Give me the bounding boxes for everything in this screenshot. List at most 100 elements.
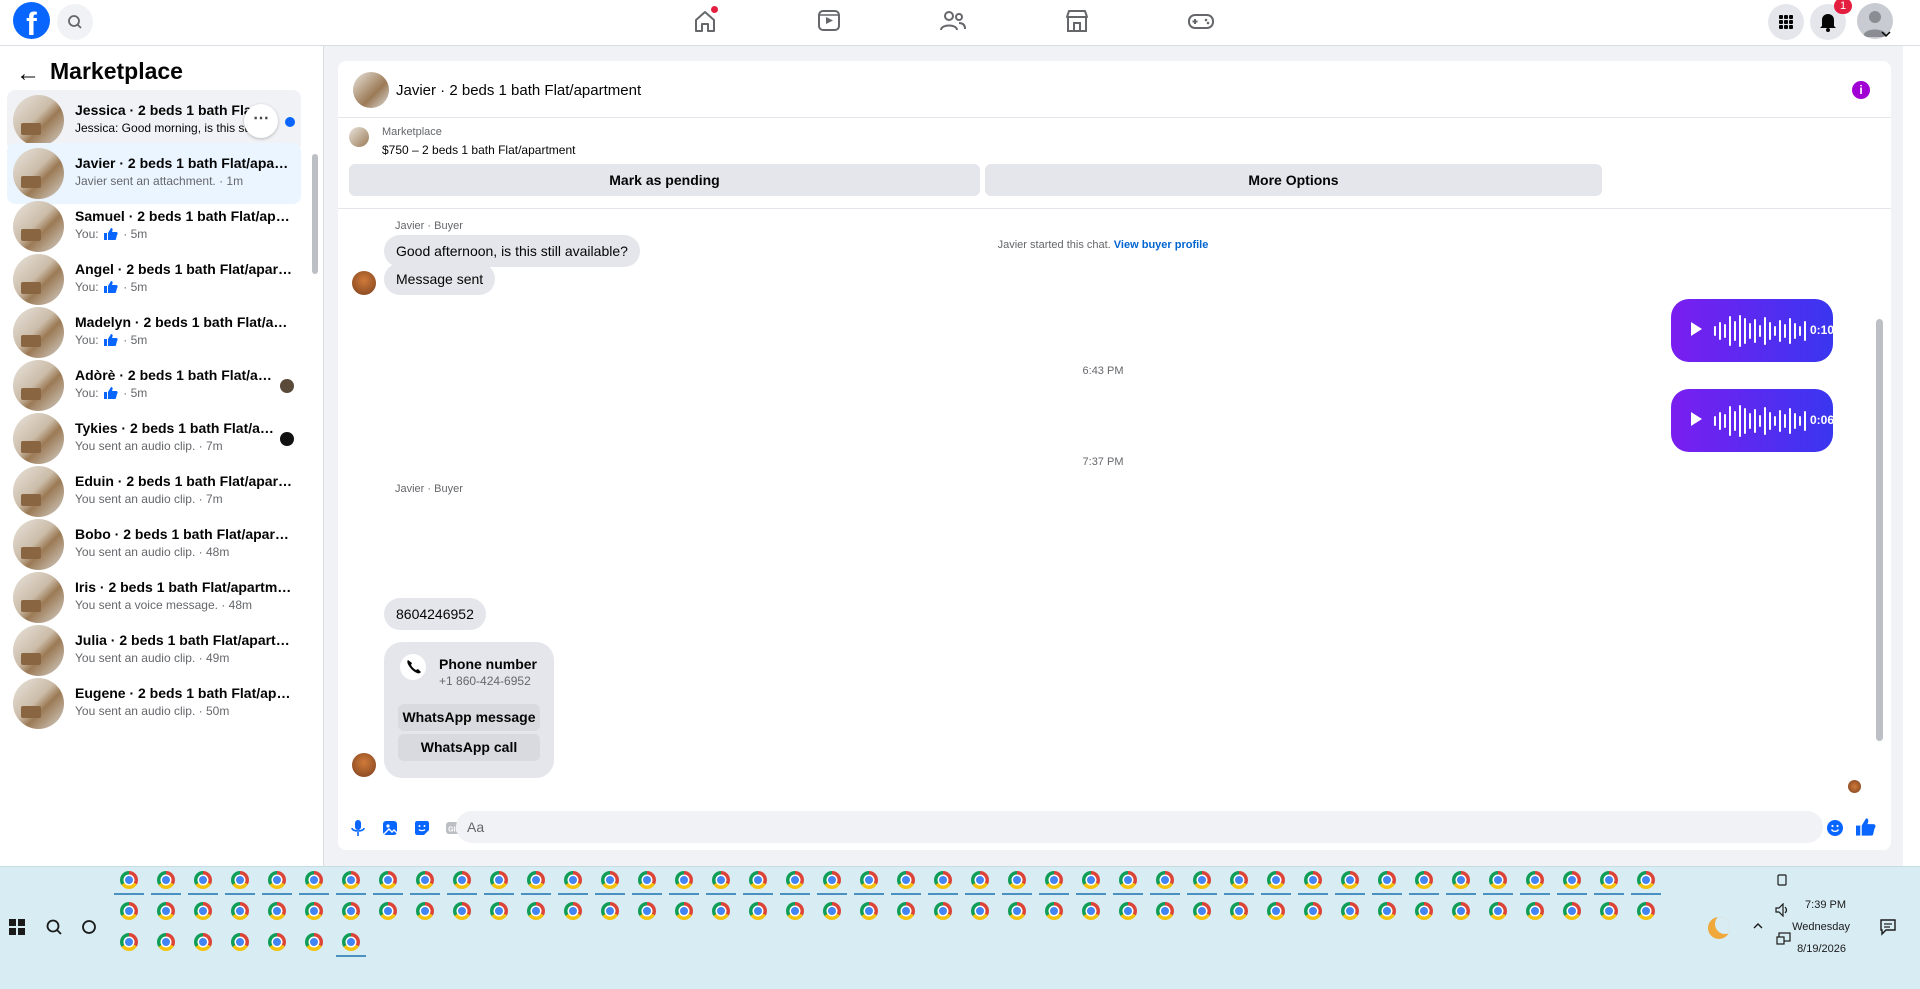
taskbar-app-button[interactable] [1378,871,1396,889]
search-button[interactable] [57,4,93,40]
taskbar-app-button[interactable] [1045,871,1063,889]
taskbar-app-button[interactable] [157,902,175,920]
taskbar-app-button[interactable] [194,933,212,951]
taskbar-app-button[interactable] [1267,902,1285,920]
conversation-item[interactable]: Eduin · 2 beds 1 bath Flat/apartment You… [7,461,301,522]
listing-thumbnail[interactable] [353,72,389,108]
taskbar-app-button[interactable] [1008,902,1026,920]
taskbar-app-button[interactable] [971,871,989,889]
taskbar-app-button[interactable] [268,871,286,889]
taskbar-app-button[interactable] [157,871,175,889]
clock-time[interactable]: 7:39 PM [1790,899,1846,911]
taskbar-app-button[interactable] [231,933,249,951]
taskbar-app-button[interactable] [638,871,656,889]
taskbar-app-button[interactable] [1563,871,1581,889]
taskbar-app-button[interactable] [749,902,767,920]
taskbar-app-button[interactable] [1489,902,1507,920]
play-icon[interactable] [1691,412,1702,426]
taskbar-app-button[interactable] [1156,871,1174,889]
taskbar-app-button[interactable] [416,902,434,920]
taskbar-app-button[interactable] [1304,871,1322,889]
taskbar-app-button[interactable] [897,902,915,920]
facebook-logo[interactable]: f [13,2,50,39]
conversation-item[interactable]: Bobo · 2 beds 1 bath Flat/apartment You … [7,514,301,575]
taskbar-app-button[interactable] [564,871,582,889]
taskbar-app-button[interactable] [120,871,138,889]
sticker-icon[interactable] [413,819,431,837]
volume-icon[interactable] [1775,903,1791,917]
taskbar-app-button[interactable] [1045,902,1063,920]
taskbar-app-button[interactable] [120,902,138,920]
taskbar-app-button[interactable] [1008,871,1026,889]
info-icon[interactable]: i [1852,81,1870,99]
windows-start-icon[interactable] [9,919,25,935]
taskbar-app-button[interactable] [638,902,656,920]
taskbar-app-button[interactable] [1452,902,1470,920]
night-light-icon[interactable] [1708,917,1730,939]
sidebar-scrollbar[interactable] [309,86,319,866]
taskbar-app-button[interactable] [712,871,730,889]
play-icon[interactable] [1691,322,1702,336]
more-options-button[interactable]: More Options [985,164,1602,196]
chevron-down-icon[interactable] [1880,28,1892,40]
taskbar-app-button[interactable] [305,902,323,920]
taskbar-app-button[interactable] [601,902,619,920]
like-thumb-icon[interactable] [1856,817,1876,837]
conversation-item[interactable]: Jessica · 2 beds 1 bath Flat/apartment J… [7,90,301,151]
taskbar-app-button[interactable] [1452,871,1470,889]
nav-video[interactable] [814,8,844,34]
taskbar-app-button[interactable] [1415,902,1433,920]
chat-scrollbar[interactable] [1873,211,1885,791]
taskbar-app-button[interactable] [1193,871,1211,889]
taskbar-app-button[interactable] [1156,902,1174,920]
conversation-item[interactable]: Javier · 2 beds 1 bath Flat/apartment Ja… [7,143,301,204]
taskbar-app-button[interactable] [1230,902,1248,920]
taskbar-app-button[interactable] [1600,902,1618,920]
taskbar-app-button[interactable] [194,902,212,920]
taskbar-app-button[interactable] [564,902,582,920]
window-scrollbar[interactable] [1903,46,1920,866]
conversation-item[interactable]: Madelyn · 2 beds 1 bath Flat/apartment Y… [7,302,301,363]
taskbar-app-button[interactable] [157,933,175,951]
taskbar-app-button[interactable] [342,933,360,951]
listing-title[interactable]: $750 – 2 beds 1 bath Flat/apartment [382,143,575,157]
taskbar-app-button[interactable] [1119,902,1137,920]
taskbar-app-button[interactable] [453,902,471,920]
chat-scroll-thumb[interactable] [1876,319,1883,741]
taskbar-app-button[interactable] [527,871,545,889]
taskbar-app-button[interactable] [971,902,989,920]
taskbar-app-button[interactable] [120,933,138,951]
taskbar-app-button[interactable] [194,871,212,889]
whatsapp-message-button[interactable]: WhatsApp message [398,704,540,731]
taskbar-app-button[interactable] [860,902,878,920]
buyer-avatar[interactable] [352,753,376,777]
taskbar-app-button[interactable] [1637,871,1655,889]
microphone-icon[interactable] [349,819,367,837]
emoji-icon[interactable] [1826,819,1844,837]
sidebar-scroll-thumb[interactable] [312,154,318,274]
taskbar-app-button[interactable] [1341,871,1359,889]
taskbar-app-button[interactable] [1341,902,1359,920]
taskbar-app-button[interactable] [1489,871,1507,889]
more-options-button[interactable]: ⋯ [244,104,278,138]
taskbar-app-button[interactable] [675,902,693,920]
taskbar-app-button[interactable] [1119,871,1137,889]
taskbar-app-button[interactable] [934,871,952,889]
taskbar-app-button[interactable] [268,933,286,951]
taskbar-app-button[interactable] [601,871,619,889]
conversation-item[interactable]: Adòrè · 2 beds 1 bath Flat/apartment You… [7,355,301,416]
conversation-item[interactable]: Tykies · 2 beds 1 bath Flat/apartment Yo… [7,408,301,469]
chat-title[interactable]: Javier · 2 beds 1 bath Flat/apartment [396,82,641,99]
taskbar-app-button[interactable] [1267,871,1285,889]
nav-marketplace[interactable] [1062,8,1092,34]
taskbar-app-button[interactable] [823,902,841,920]
taskbar-app-button[interactable] [1230,871,1248,889]
taskbar-app-button[interactable] [490,871,508,889]
conversation-item[interactable]: Samuel · 2 beds 1 bath Flat/apartment Yo… [7,196,301,257]
taskbar-app-button[interactable] [416,871,434,889]
taskbar-app-button[interactable] [490,902,508,920]
search-icon[interactable] [45,918,63,936]
taskbar-app-button[interactable] [1637,902,1655,920]
taskbar-app-button[interactable] [1082,902,1100,920]
menu-button[interactable] [1768,4,1804,40]
